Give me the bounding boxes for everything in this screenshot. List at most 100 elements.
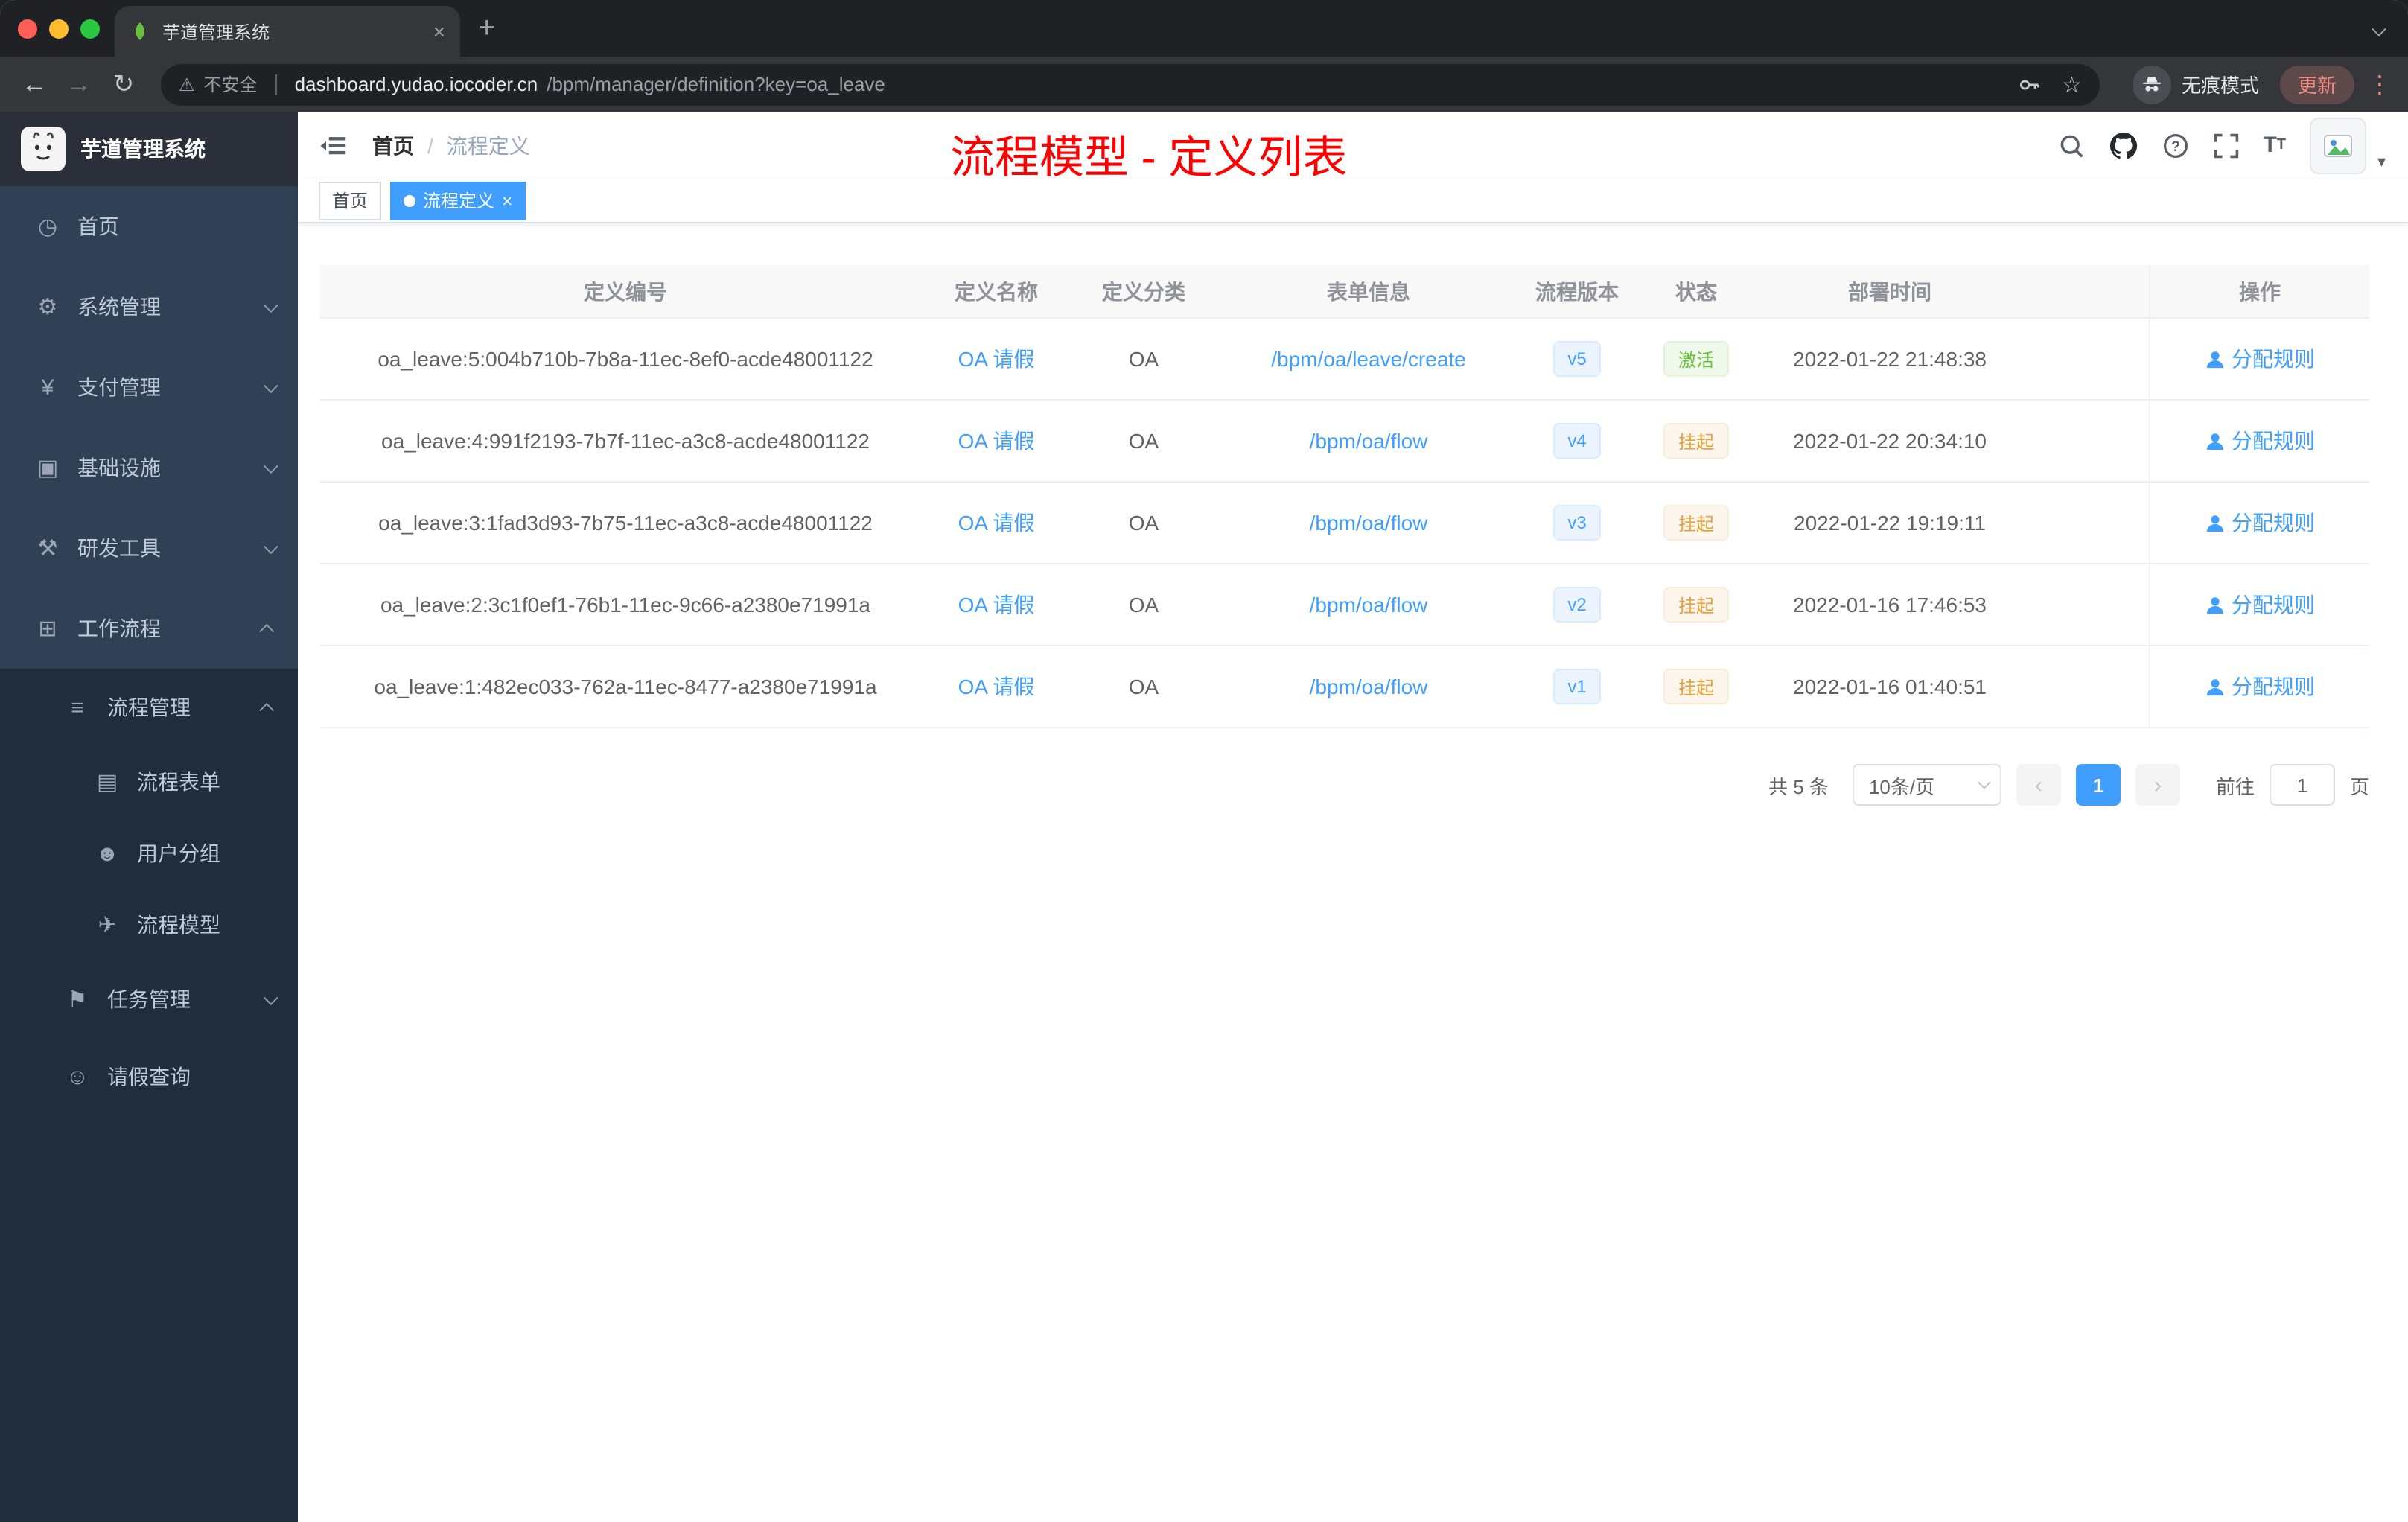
sidebar-item-infrastructure[interactable]: ▣ 基础设施 [0, 427, 298, 508]
status-tag: 挂起 [1663, 505, 1729, 541]
version-tag: v2 [1552, 587, 1602, 623]
cell-category: OA [1128, 347, 1159, 371]
page-number-button[interactable]: 1 [2075, 764, 2121, 806]
bookmark-star-icon[interactable]: ☆ [2062, 71, 2082, 98]
next-page-button[interactable]: › [2135, 764, 2180, 806]
security-label[interactable]: 不安全 [204, 71, 258, 97]
back-button[interactable]: ← [15, 69, 54, 99]
sidebar-item-payment[interactable]: ¥ 支付管理 [0, 347, 298, 427]
more-menu-icon[interactable]: ⋮ [2366, 69, 2393, 99]
assign-rule-link[interactable]: 分配规则 [2205, 508, 2315, 538]
svg-text:?: ? [2170, 138, 2179, 154]
hamburger-icon[interactable] [319, 130, 348, 160]
user-icon [2205, 596, 2223, 614]
cell-deploy-time: 2022-01-22 19:19:11 [1794, 511, 1986, 535]
form-info-link[interactable]: /bpm/oa/flow [1310, 511, 1428, 535]
sidebar-item-leave-query[interactable]: ☺ 请假查询 [0, 1038, 298, 1115]
url-path: /bpm/manager/definition?key=oa_leave [547, 73, 885, 95]
sidebar-item-devtools[interactable]: ⚒ 研发工具 [0, 508, 298, 588]
form-info-link[interactable]: /bpm/oa/flow [1310, 593, 1428, 617]
version-tag: v3 [1552, 505, 1602, 541]
reload-button[interactable]: ↻ [104, 69, 143, 99]
prev-page-button[interactable]: ‹ [2016, 764, 2061, 806]
forward-button[interactable]: → [60, 69, 98, 99]
sidebar-item-workflow[interactable]: ⊞ 工作流程 [0, 588, 298, 669]
definition-table: 定义编号 定义名称 定义分类 表单信息 流程版本 状态 部署时间 操作 oa_l… [320, 265, 2369, 728]
update-button[interactable]: 更新 [2279, 65, 2354, 104]
sidebar-item-home[interactable]: ◷ 首页 [0, 186, 298, 267]
app-logo[interactable]: 芋道管理系统 [0, 112, 298, 186]
tab-favicon-icon [135, 22, 145, 40]
tag-process-definition[interactable]: 流程定义 × [390, 181, 526, 220]
list-icon: ≡ [71, 695, 84, 720]
page-size-select[interactable]: 10条/页 [1852, 764, 2001, 806]
help-icon[interactable]: ? [2162, 132, 2188, 159]
form-info-link[interactable]: /bpm/oa/flow [1310, 675, 1428, 698]
table-row: oa_leave:1:482ec033-762a-11ec-8477-a2380… [320, 646, 2369, 728]
goto-page-input[interactable] [2269, 764, 2335, 806]
goto-unit: 页 [2349, 775, 2369, 797]
sidebar: 芋道管理系统 ◷ 首页 ⚙ 系统管理 ¥ 支付管理 ▣ 基础设施 ⚒ 研发工具 … [0, 112, 298, 1522]
logo-image [21, 127, 66, 171]
sidebar-item-system[interactable]: ⚙ 系统管理 [0, 267, 298, 347]
definition-name-link[interactable]: OA 请假 [958, 508, 1035, 538]
chevron-down-icon [263, 378, 278, 393]
cell-definition-id: oa_leave:1:482ec033-762a-11ec-8477-a2380… [374, 675, 877, 698]
assign-rule-link[interactable]: 分配规则 [2205, 344, 2315, 374]
sidebar-background [0, 1115, 298, 1522]
form-info-link[interactable]: /bpm/oa/leave/create [1271, 347, 1466, 371]
url-bar[interactable]: ⚠ 不安全 dashboard.yudao.iocoder.cn /bpm/ma… [161, 63, 2100, 105]
form-info-link[interactable]: /bpm/oa/flow [1310, 429, 1428, 453]
new-tab-button[interactable]: + [478, 11, 495, 45]
sidebar-item-task-management[interactable]: ⚑ 任务管理 [0, 961, 298, 1038]
sidebar-item-process-form[interactable]: ▤ 流程表单 [0, 746, 298, 818]
sidebar-item-process-management[interactable]: ≡ 流程管理 [0, 669, 298, 746]
table-row: oa_leave:5:004b710b-7b8a-11ec-8ef0-acde4… [320, 319, 2369, 401]
assign-rule-link[interactable]: 分配规则 [2205, 426, 2315, 456]
font-size-icon[interactable]: TT [2263, 133, 2286, 158]
search-icon[interactable] [2057, 132, 2084, 159]
status-tag: 挂起 [1663, 669, 1729, 704]
tools-icon: ⚒ [37, 536, 58, 561]
close-window-button[interactable] [18, 19, 37, 38]
minimize-window-button[interactable] [49, 19, 69, 38]
cell-category: OA [1128, 511, 1159, 535]
incognito-icon [2132, 65, 2171, 104]
definition-name-link[interactable]: OA 请假 [958, 590, 1035, 620]
avatar[interactable]: ▾ [2310, 117, 2386, 173]
tags-bar: 首页 流程定义 × [298, 179, 2408, 223]
github-icon[interactable] [2108, 130, 2138, 160]
chevron-down-icon [263, 990, 278, 1005]
col-definition-category: 定义分类 [1102, 279, 1185, 303]
paper-plane-icon: ✈ [98, 913, 117, 938]
app-title: 芋道管理系统 [80, 137, 206, 161]
page-content: 定义编号 定义名称 定义分类 表单信息 流程版本 状态 部署时间 操作 oa_l… [298, 223, 2408, 1522]
avatar-caret-icon: ▾ [2377, 153, 2386, 171]
yen-icon: ¥ [41, 375, 54, 400]
user-icon [2205, 433, 2223, 450]
sidebar-item-process-model[interactable]: ✈ 流程模型 [0, 889, 298, 961]
cell-deploy-time: 2022-01-22 21:48:38 [1793, 347, 1987, 371]
assign-rule-link[interactable]: 分配规则 [2205, 590, 2315, 620]
browser-tab[interactable]: 芋道管理系统 × [115, 6, 460, 57]
breadcrumb-home[interactable]: 首页 [372, 130, 414, 160]
tab-close-icon[interactable]: × [433, 19, 445, 43]
sidebar-item-user-group[interactable]: ☻ 用户分组 [0, 818, 298, 889]
password-key-icon[interactable] [2017, 72, 2041, 96]
users-icon: ☻ [95, 841, 119, 866]
tag-close-icon[interactable]: × [502, 190, 512, 211]
tab-strip: 芋道管理系统 × + [0, 0, 2408, 57]
col-definition-name: 定义名称 [955, 279, 1038, 303]
zoom-window-button[interactable] [80, 19, 100, 38]
tab-search-chevron-icon[interactable] [2372, 15, 2386, 42]
table-row: oa_leave:4:991f2193-7b7f-11ec-a3c8-acde4… [320, 401, 2369, 483]
chevron-up-icon [259, 701, 275, 717]
definition-name-link[interactable]: OA 请假 [958, 344, 1035, 374]
definition-name-link[interactable]: OA 请假 [958, 426, 1035, 456]
chevron-up-icon [259, 623, 275, 638]
chevron-down-icon [1978, 776, 1991, 789]
definition-name-link[interactable]: OA 请假 [958, 672, 1035, 701]
assign-rule-link[interactable]: 分配规则 [2205, 672, 2315, 701]
fullscreen-icon[interactable] [2212, 132, 2239, 159]
tag-home[interactable]: 首页 [319, 181, 382, 220]
